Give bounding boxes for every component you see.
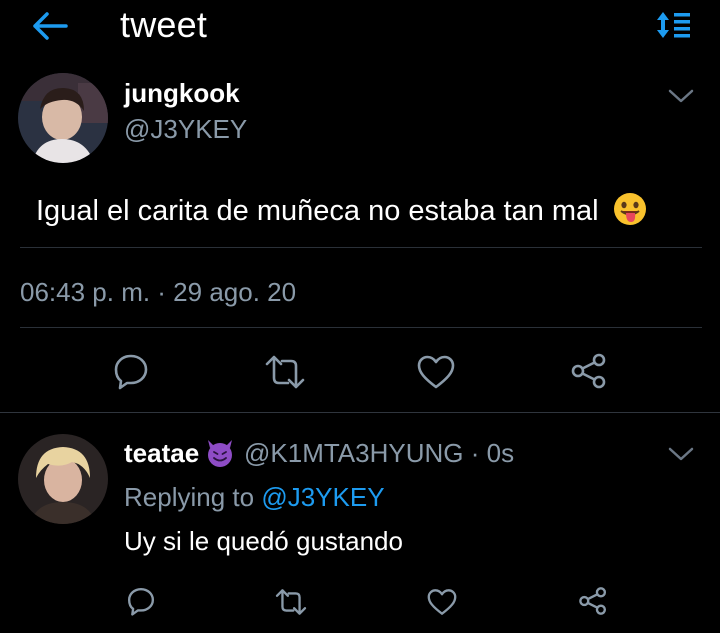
reply-text: Uy si le quedó gustando [124,526,403,556]
chevron-down-icon [668,89,694,103]
retweet-icon [275,589,307,615]
reply-reply-button[interactable] [126,586,156,616]
reply-button[interactable] [112,352,150,390]
reply-handle-time[interactable]: @K1MTA3HYUNG · 0s [244,438,514,469]
sort-icon [657,12,690,38]
chevron-down-icon [668,447,694,461]
reply-bubble-icon [114,354,148,390]
user-photo-avatar [18,73,108,163]
retweet-button[interactable] [264,354,306,390]
avatar[interactable] [18,73,108,163]
author-name[interactable]: jungkook [124,78,240,109]
divider [20,327,702,328]
heart-icon [417,355,455,389]
back-button[interactable] [30,10,70,42]
like-button[interactable] [416,354,456,390]
top-bar: tweet [0,0,720,55]
more-options-button[interactable] [666,86,696,106]
reply-author-name[interactable]: teatae [124,438,199,469]
replying-to-line: Replying to @J3YKEY [124,482,385,513]
reply-share-button[interactable] [578,586,608,616]
share-button[interactable] [570,352,608,390]
tweet-text: Igual el carita de muñeca no estaba tan … [36,192,647,228]
tongue-out-emoji-icon [613,193,646,225]
author-handle[interactable]: @J3YKEY [124,114,247,145]
arrow-left-icon [33,12,68,40]
reply-bubble-icon [127,587,155,616]
share-icon [571,353,606,389]
tweet-body: Igual el carita de muñeca no estaba tan … [36,195,599,227]
reply-retweet-button[interactable] [274,588,308,616]
replying-mention-link[interactable]: @J3YKEY [261,482,384,512]
reply-like-button[interactable] [426,588,458,616]
retweet-icon [265,355,305,389]
sort-button[interactable] [656,10,692,40]
divider [0,412,720,413]
share-icon [579,587,607,615]
reply-avatar[interactable] [18,434,108,524]
page-title: tweet [120,4,208,45]
tweet-timestamp: 06:43 p. m. · 29 ago. 20 [20,277,297,307]
replying-prefix: Replying to [124,482,262,512]
user-photo-avatar [18,434,108,524]
reply-more-options-button[interactable] [666,444,696,464]
divider [20,247,702,248]
smiling-devil-emoji-icon [208,440,232,467]
heart-icon [427,589,457,615]
